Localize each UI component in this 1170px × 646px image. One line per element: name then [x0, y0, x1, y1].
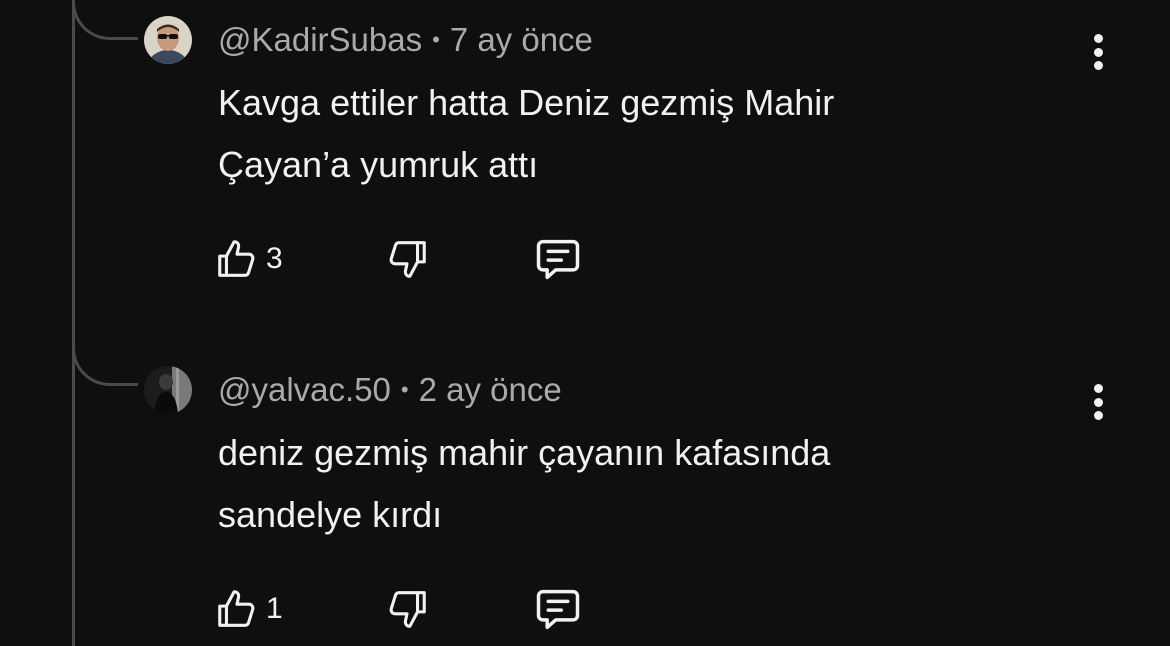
comment-text-line: Kavga ettiler hatta Deniz gezmiş Mahir [218, 82, 835, 123]
meta-separator: • [432, 27, 440, 52]
comment-text-line: deniz gezmiş mahir çayanın kafasında [218, 432, 831, 473]
dislike-button[interactable] [384, 234, 430, 284]
thread-line [72, 0, 75, 646]
more-vertical-icon[interactable] [1080, 30, 1116, 74]
comment-time[interactable]: 7 ay önce [450, 21, 593, 58]
username[interactable]: @yalvac.50 [218, 371, 391, 408]
comment-text: deniz gezmiş mahir çayanın kafasında san… [218, 422, 1018, 546]
comment-text-line: Çayan’a yumruk attı [218, 144, 539, 185]
comment-meta: @KadirSubas • 7 ay önce [218, 20, 593, 64]
username[interactable]: @KadirSubas [218, 21, 422, 58]
more-vertical-icon[interactable] [1080, 380, 1116, 424]
comment-text-line: sandelye kırdı [218, 494, 443, 535]
thumbs-up-icon [218, 590, 255, 627]
reply-connector [72, 346, 138, 386]
reply-comment-icon [536, 239, 580, 280]
reply-connector [72, 0, 138, 40]
like-count: 1 [266, 592, 283, 625]
like-button[interactable]: 3 [214, 234, 283, 284]
meta-separator: • [400, 377, 409, 402]
reply-button[interactable] [532, 584, 584, 634]
comment-time[interactable]: 2 ay önce [419, 371, 562, 408]
like-button[interactable]: 1 [214, 584, 283, 634]
avatar[interactable] [144, 366, 192, 414]
thumbs-down-icon [389, 241, 426, 278]
avatar[interactable] [144, 16, 192, 64]
reply-comment-icon [536, 589, 580, 630]
like-count: 3 [266, 242, 283, 275]
reply-button[interactable] [532, 234, 584, 284]
thumbs-down-icon [389, 591, 426, 628]
comment-text: Kavga ettiler hatta Deniz gezmiş Mahir Ç… [218, 72, 1018, 196]
dislike-button[interactable] [384, 584, 430, 634]
comment-meta: @yalvac.50 • 2 ay önce [218, 370, 562, 414]
thumbs-up-icon [218, 240, 255, 277]
